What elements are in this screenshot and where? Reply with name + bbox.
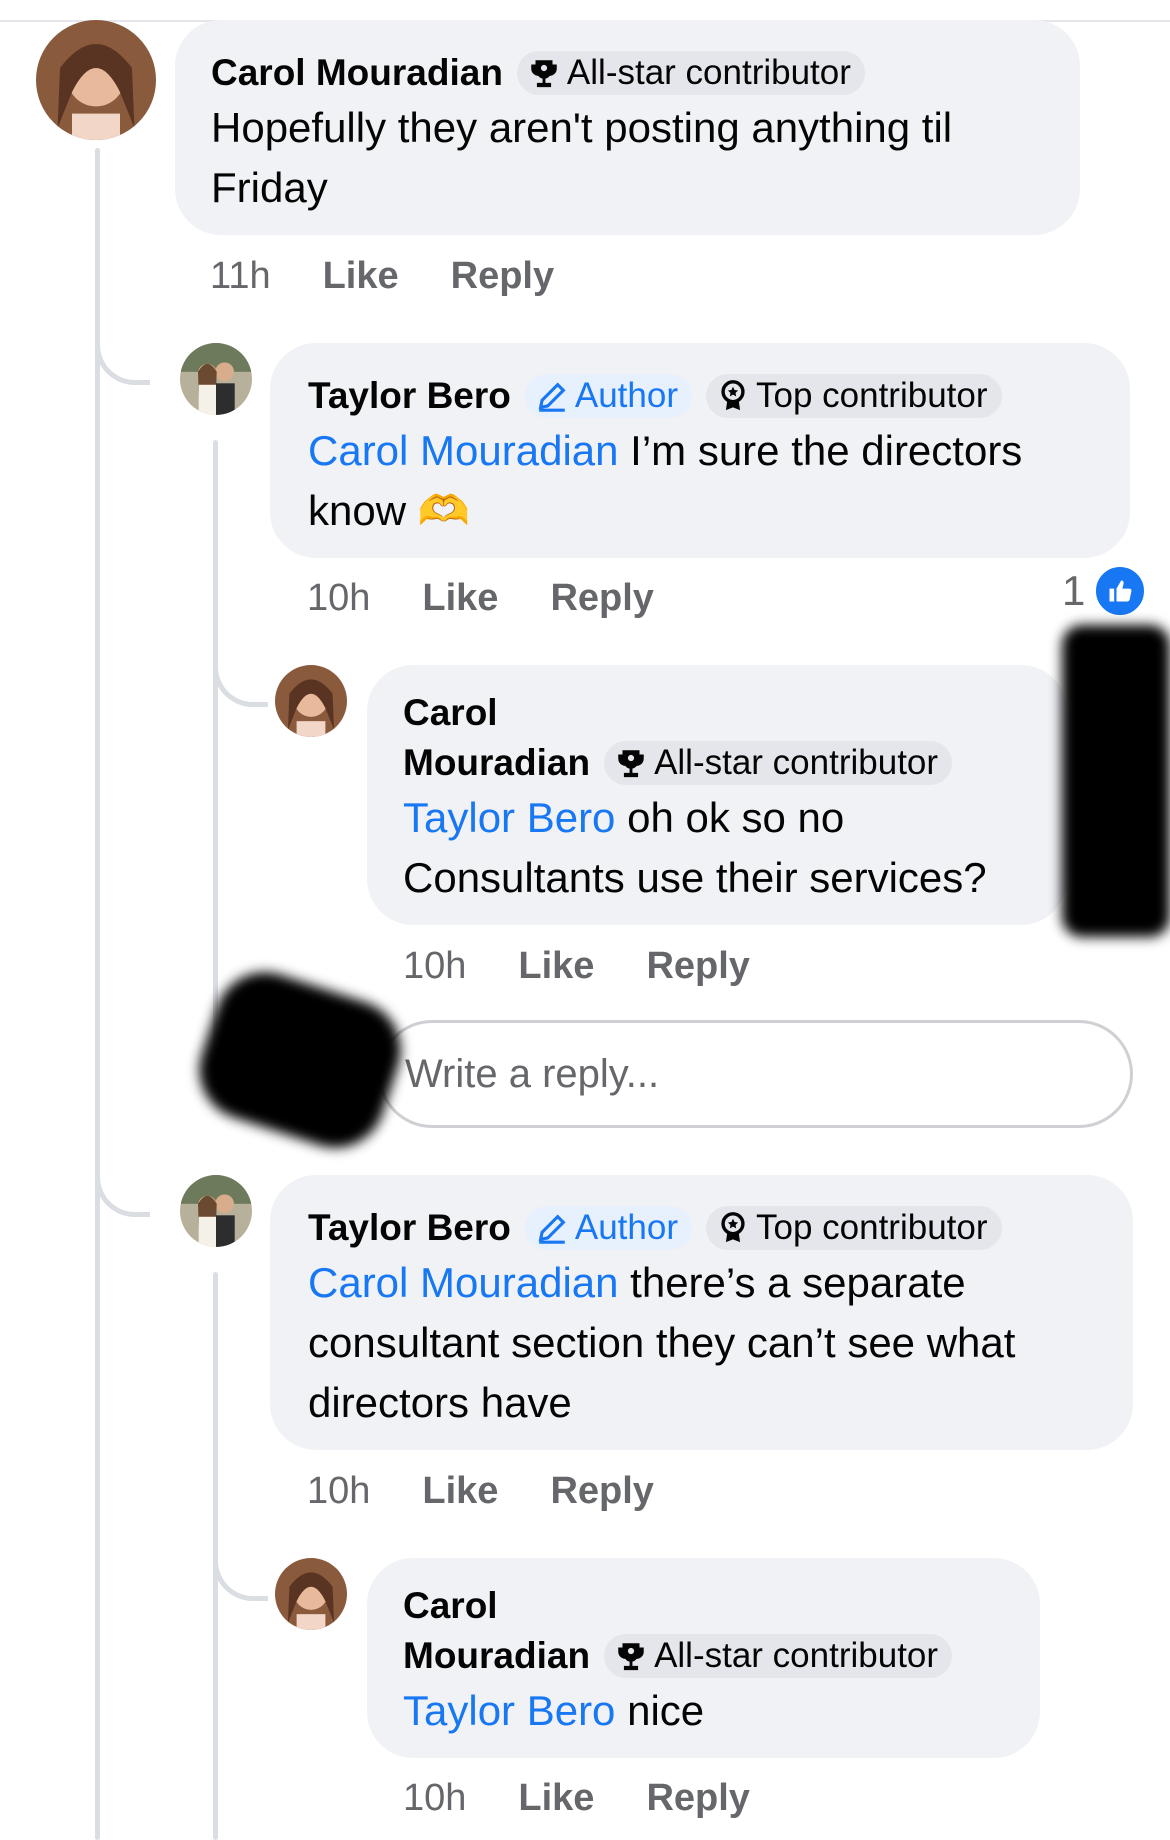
like-button[interactable]: Like — [518, 945, 594, 988]
comment-text: Carol Mouradian I’m sure the directors k… — [308, 421, 1094, 541]
top-contributor-badge[interactable]: Top contributor — [706, 1206, 1002, 1250]
thread-curve-1 — [95, 336, 150, 385]
reply-button[interactable]: Reply — [550, 577, 653, 620]
comment-timestamp[interactable]: 10h — [307, 1470, 370, 1513]
badge-label: All-star contributor — [654, 1636, 939, 1675]
badge-label: Top contributor — [756, 1208, 988, 1247]
like-button[interactable]: Like — [323, 255, 399, 298]
comment-author-first[interactable]: Carol — [403, 1580, 1010, 1631]
thread-curve-3 — [213, 658, 268, 707]
comment-timestamp[interactable]: 10h — [403, 945, 466, 988]
mention-link[interactable]: Carol Mouradian — [308, 427, 619, 474]
redaction-mark — [1062, 625, 1170, 937]
author-badge-label: Author — [574, 376, 678, 415]
comment-author[interactable]: Taylor Bero — [308, 371, 511, 421]
comment-body: nice — [615, 1687, 705, 1734]
badge-label: All-star contributor — [566, 53, 851, 92]
trophy-icon — [618, 750, 644, 778]
pencil-icon — [538, 382, 566, 412]
top-contributor-badge[interactable]: Top contributor — [706, 374, 1002, 418]
trophy-icon — [531, 60, 557, 88]
all-star-badge[interactable]: All-star contributor — [604, 741, 953, 785]
reply-button[interactable]: Reply — [646, 945, 749, 988]
reply-input-placeholder: Write a reply... — [405, 1051, 660, 1096]
mention-link[interactable]: Carol Mouradian — [308, 1259, 619, 1306]
comment-actions: 10h Like Reply — [403, 940, 802, 992]
reaction-summary[interactable]: 1 — [1062, 564, 1148, 618]
all-star-badge[interactable]: All-star contributor — [604, 1634, 953, 1678]
thread-line-main — [95, 148, 100, 1840]
comment-actions: 10h Like Reply — [307, 572, 706, 624]
avatar[interactable] — [36, 20, 156, 140]
avatar[interactable] — [275, 665, 347, 737]
redaction-mark — [186, 959, 414, 1161]
comment-timestamp[interactable]: 10h — [307, 577, 370, 620]
like-button[interactable]: Like — [422, 577, 498, 620]
author-badge: Author — [524, 1206, 692, 1250]
comment-text: Hopefully they aren't posting anything t… — [211, 104, 953, 211]
comment-actions: 11h Like Reply — [210, 250, 606, 302]
award-icon — [721, 380, 745, 411]
comment-timestamp[interactable]: 10h — [403, 1777, 466, 1820]
badge-label: Top contributor — [756, 376, 988, 415]
comment-bubble: Carol Mouradian All-star contributor Tay… — [367, 1558, 1040, 1758]
comment-bubble: Taylor Bero Author Top contributor Carol… — [270, 1175, 1133, 1450]
award-icon — [721, 1212, 745, 1243]
comment-actions: 10h Like Reply — [307, 1465, 706, 1517]
comment-timestamp[interactable]: 11h — [210, 255, 271, 298]
comment-author-first[interactable]: Carol — [403, 687, 1037, 738]
reply-button[interactable]: Reply — [646, 1777, 749, 1820]
thread-line-reply-1 — [213, 440, 218, 1040]
thread-curve-2 — [95, 1168, 150, 1217]
avatar[interactable] — [180, 1175, 252, 1247]
mention-link[interactable]: Taylor Bero — [403, 1687, 615, 1734]
like-button[interactable]: Like — [422, 1470, 498, 1513]
comment-text: Taylor Bero nice — [403, 1681, 1010, 1741]
comment-bubble: Carol Mouradian All-star contributor Hop… — [175, 20, 1080, 235]
all-star-badge[interactable]: All-star contributor — [516, 51, 865, 95]
reply-input[interactable]: Write a reply... — [378, 1020, 1133, 1128]
thumbs-up-icon — [1093, 564, 1148, 618]
badge-label: All-star contributor — [654, 743, 939, 782]
pencil-icon — [538, 1214, 566, 1244]
avatar[interactable] — [180, 343, 252, 415]
top-divider — [0, 0, 1170, 22]
comment-actions: 10h Like Reply — [403, 1772, 802, 1824]
comment-text: Carol Mouradian there’s a separate consu… — [308, 1253, 1103, 1433]
reply-button[interactable]: Reply — [451, 255, 554, 298]
reply-button[interactable]: Reply — [550, 1470, 653, 1513]
comment-author-last[interactable]: Mouradian — [403, 738, 590, 788]
thread-curve-4 — [213, 1552, 268, 1601]
avatar[interactable] — [275, 1558, 347, 1630]
reaction-count: 1 — [1062, 567, 1086, 614]
author-badge-label: Author — [574, 1208, 678, 1247]
comment-author[interactable]: Taylor Bero — [308, 1203, 511, 1253]
comment-text: Taylor Bero oh ok so no Consultants use … — [403, 788, 1037, 908]
comment-author-last[interactable]: Mouradian — [403, 1631, 590, 1681]
comment-bubble: Taylor Bero Author Top contributor Carol… — [270, 343, 1130, 558]
like-button[interactable]: Like — [518, 1777, 594, 1820]
heart-hands-emoji: 🫶 — [417, 486, 471, 535]
author-badge: Author — [524, 374, 692, 418]
trophy-icon — [618, 1643, 644, 1671]
mention-link[interactable]: Taylor Bero — [403, 794, 615, 841]
comment-bubble: Carol Mouradian All-star contributor Tay… — [367, 665, 1067, 925]
comment-author[interactable]: Carol Mouradian — [211, 48, 503, 98]
